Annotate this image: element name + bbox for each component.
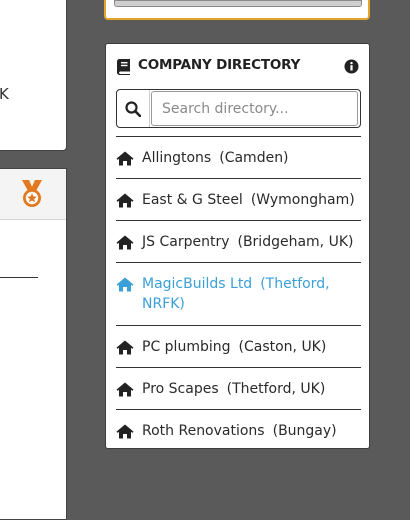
- company-location: (Bungay): [272, 423, 337, 439]
- home-icon: [116, 151, 134, 166]
- company-location: (Bridgeham, UK): [237, 234, 354, 250]
- company-location: (Camden): [219, 150, 289, 166]
- directory-header: COMPANY DIRECTORY: [106, 44, 369, 89]
- left-divider: [0, 277, 38, 278]
- company-name: JS Carpentry: [142, 234, 230, 250]
- company-location: (Wymongham): [250, 192, 355, 208]
- book-icon: [117, 59, 130, 75]
- company-location: (Caston, UK): [238, 339, 327, 355]
- top-widget: [104, 0, 370, 20]
- directory-item[interactable]: East & G Steel (Wymongham): [116, 178, 361, 220]
- directory-item[interactable]: Pro Scapes (Thetford, UK): [116, 367, 361, 409]
- directory-item[interactable]: JS Carpentry (Bridgeham, UK): [116, 220, 361, 262]
- directory-title: COMPANY DIRECTORY: [138, 57, 301, 73]
- company-location: (Thetford, UK): [226, 381, 326, 397]
- company-name: MagicBuilds Ltd: [142, 276, 253, 292]
- home-icon: [116, 382, 134, 397]
- medal-icon[interactable]: [20, 180, 44, 208]
- directory-list: Allingtons (Camden) East & G Steel (Wymongh…: [116, 136, 361, 451]
- top-widget-strip: [114, 0, 362, 7]
- search-group: [116, 89, 361, 128]
- info-icon[interactable]: [344, 59, 359, 74]
- home-icon: [116, 424, 134, 439]
- home-icon: [116, 277, 134, 292]
- directory-item[interactable]: Roth Renovations (Bungay): [116, 409, 361, 451]
- left-panel-bottom: [0, 168, 67, 520]
- home-icon: [116, 235, 134, 250]
- directory-item[interactable]: Allingtons (Camden): [116, 136, 361, 178]
- search-icon[interactable]: [125, 101, 141, 117]
- company-name: Allingtons: [142, 150, 212, 166]
- home-icon: [116, 340, 134, 355]
- company-name: East & G Steel: [142, 192, 243, 208]
- company-directory-panel: COMPANY DIRECTORY Allingtons (Camden) East…: [105, 43, 370, 449]
- home-icon: [116, 193, 134, 208]
- search-addon[interactable]: [117, 90, 150, 127]
- left-text-fragment: K: [0, 85, 9, 103]
- company-name: PC plumbing: [142, 339, 231, 355]
- directory-item[interactable]: MagicBuilds Ltd (Thetford, NRFK): [116, 262, 361, 325]
- left-panel-header: [0, 169, 66, 220]
- left-panel-top: K: [0, 0, 67, 151]
- company-name: Pro Scapes: [142, 381, 219, 397]
- company-name: Roth Renovations: [142, 423, 265, 439]
- directory-search-input[interactable]: [151, 91, 358, 126]
- directory-item[interactable]: PC plumbing (Caston, UK): [116, 325, 361, 367]
